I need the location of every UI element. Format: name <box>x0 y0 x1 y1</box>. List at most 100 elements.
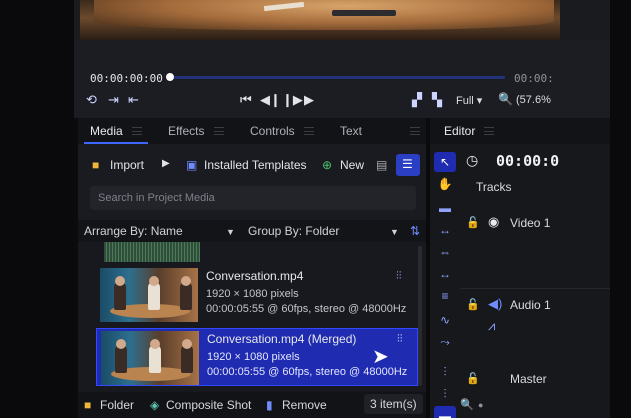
curve-tool-icon[interactable]: ∿ <box>434 310 456 330</box>
grid-view-icon[interactable]: ▤ <box>376 158 387 172</box>
tab-media[interactable]: Media <box>90 118 123 144</box>
sort-icon[interactable]: ⇅ <box>410 224 420 238</box>
thumbnail-person <box>180 282 192 310</box>
step-forward-icon[interactable]: ❙▶ <box>282 92 303 108</box>
mixer-icon[interactable]: ⫶ <box>434 362 456 382</box>
adjust-icon[interactable]: ⫶⫶ <box>397 333 403 346</box>
track-master[interactable]: Master <box>510 372 547 386</box>
editor-panel: Editor ↖ ✋ ▬ ↔ ⇔ ↔ ≡ ∿ ⤳ ⫶ ⫶ ▬ ◷ 00:00:0… <box>430 118 610 418</box>
loop-icon[interactable]: ⟲ <box>86 92 97 108</box>
lock-icon[interactable]: 🔓 <box>466 298 480 311</box>
tab-effects[interactable]: Effects <box>168 118 204 144</box>
clock-icon: ◷ <box>466 152 479 168</box>
item-details: 00:00:05:55 @ 60fps, stereo @ 48000Hz <box>206 303 407 315</box>
tracks-header: Tracks <box>476 180 512 194</box>
thumbnail-head <box>182 339 192 349</box>
folder-button[interactable]: Folder <box>100 398 134 412</box>
speaker-icon[interactable]: ◀) <box>488 296 502 312</box>
track-audio-1[interactable]: Audio 1 <box>510 298 551 312</box>
video-thumbnail <box>100 268 198 322</box>
thumbnail-person <box>148 282 160 310</box>
item-resolution: 1920 × 1080 pixels <box>207 351 300 363</box>
rate-tool-icon[interactable]: ≡ <box>434 286 456 306</box>
step-back-icon[interactable]: ◀❙ <box>260 92 281 108</box>
mark-out-icon[interactable]: ⇤ <box>128 92 139 108</box>
item-count: 3 item(s) <box>364 394 423 414</box>
end-timecode: 00:00: <box>514 72 554 85</box>
current-timecode: 00:00:00:00 <box>90 72 163 85</box>
remove-button[interactable]: Remove <box>282 398 327 412</box>
chevron-down-icon[interactable]: ▼ <box>226 227 235 237</box>
levels-icon[interactable]: ⫶ <box>434 384 456 404</box>
screen-bezel-left <box>0 0 74 418</box>
active-tab-indicator <box>84 142 148 144</box>
audio-waveform-thumbnail <box>104 242 200 262</box>
panel-tabs: Media Effects Controls Text <box>78 118 426 144</box>
search-input[interactable] <box>90 186 416 210</box>
slip-tool-icon[interactable]: ⇔ <box>434 242 456 262</box>
template-icon: ▣ <box>186 158 198 172</box>
chevron-down-icon[interactable]: ▼ <box>390 227 399 237</box>
tab-grip-icon[interactable] <box>304 127 314 135</box>
zoom-level[interactable]: (57.6% <box>516 94 551 106</box>
slide-tool-icon[interactable]: ↔ <box>434 264 456 284</box>
mark-in-icon[interactable]: ⇥ <box>108 92 119 108</box>
installed-templates-button[interactable]: Installed Templates <box>204 158 307 172</box>
track-separator <box>460 288 610 289</box>
video-thumbnail <box>101 331 199 385</box>
play-icon[interactable]: ▶ <box>304 92 314 108</box>
list-item[interactable]: Conversation.mp4 ⫶⫶ 1920 × 1080 pixels 0… <box>96 266 418 324</box>
thumbnail-head <box>149 276 159 286</box>
trash-icon: ▮ <box>266 398 273 412</box>
tab-grip-icon[interactable] <box>484 127 494 135</box>
media-panel: Media Effects Controls Text ■ Import ▶ ▣… <box>78 118 426 418</box>
tab-grip-icon[interactable] <box>132 127 142 135</box>
list-view-button[interactable]: ☰ <box>396 154 420 176</box>
skip-back-icon[interactable]: ⏮ <box>240 92 252 108</box>
track-video-1[interactable]: Video 1 <box>510 216 550 230</box>
hand-tool-icon[interactable]: ✋ <box>434 174 456 194</box>
zoom-out-icon[interactable]: 🔍 <box>460 398 474 411</box>
tab-grip-icon[interactable] <box>410 127 420 135</box>
group-by-dropdown[interactable]: Group By: Folder <box>248 224 339 238</box>
snap-icon[interactable]: ▬ <box>434 406 456 418</box>
lock-icon[interactable]: 🔓 <box>466 216 480 229</box>
thumbnail-head <box>115 276 125 286</box>
ripple-tool-icon[interactable]: ↔ <box>434 220 456 240</box>
import-button[interactable]: Import <box>110 158 144 172</box>
quality-dropdown[interactable]: Full ▾ <box>456 94 482 107</box>
lock-icon[interactable]: 🔓 <box>466 372 480 385</box>
add-icon: ⊕ <box>322 158 333 172</box>
zoom-icon[interactable]: 🔍 <box>498 92 513 106</box>
visibility-icon[interactable]: ◉ <box>488 214 499 230</box>
thumbnail-head <box>116 339 126 349</box>
new-button[interactable]: New <box>340 158 364 172</box>
zoom-slider-handle[interactable]: ● <box>478 400 483 410</box>
thumbnail-head <box>181 276 191 286</box>
viewer-table-image <box>94 0 554 30</box>
envelope-icon[interactable]: ⩘ <box>488 318 495 334</box>
transport-bar: 00:00:00:00 00:00: ⟲ ⇥ ⇤ ⏮ ◀❙ ❙▶ ▶ ▞ ▚ F… <box>74 40 610 118</box>
scrollbar[interactable] <box>418 246 422 386</box>
tab-text[interactable]: Text <box>340 118 362 144</box>
scrub-playhead[interactable] <box>166 73 174 81</box>
select-tool-icon[interactable]: ↖ <box>434 152 456 172</box>
chevron-right-icon[interactable]: ▶ <box>162 158 170 169</box>
list-item-selected[interactable]: Conversation.mp4 (Merged) ⫶⫶ 1920 × 1080… <box>96 328 418 386</box>
scrub-track[interactable] <box>169 76 505 79</box>
arrange-by-dropdown[interactable]: Arrange By: Name <box>84 224 183 238</box>
tab-controls[interactable]: Controls <box>250 118 295 144</box>
layout-alt-icon[interactable]: ▚ <box>432 92 442 108</box>
screen-bezel-right <box>610 0 631 418</box>
tab-grip-icon[interactable] <box>214 127 224 135</box>
item-name: Conversation.mp4 (Merged) <box>207 332 357 346</box>
tab-editor[interactable]: Editor <box>444 118 475 144</box>
adjust-icon[interactable]: ⫶⫶ <box>396 270 402 283</box>
layout-icon[interactable]: ▞ <box>412 92 422 108</box>
track-tool-icon[interactable]: ▬ <box>434 198 456 218</box>
folder-icon: ■ <box>92 158 100 172</box>
composite-shot-button[interactable]: Composite Shot <box>166 398 251 412</box>
razor-tool-icon[interactable]: ⤳ <box>434 332 456 352</box>
viewer-laptop-image <box>332 10 396 16</box>
video-viewer <box>74 0 610 40</box>
